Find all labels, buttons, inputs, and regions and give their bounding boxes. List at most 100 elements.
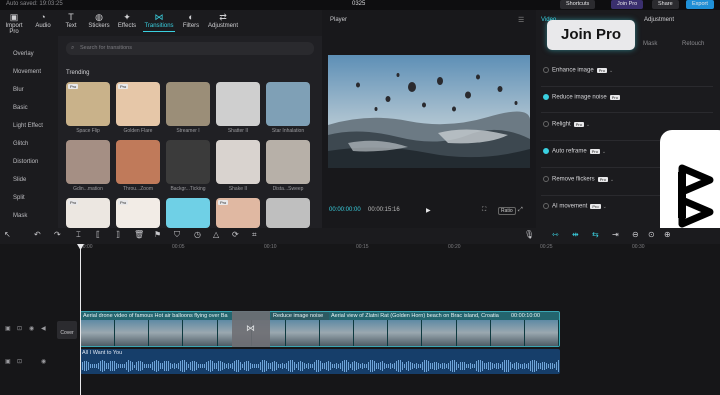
speed-icon[interactable]: ◷ [194, 230, 201, 239]
tab-adjustment-inspector[interactable]: Adjustment [644, 17, 674, 23]
select-cursor-icon[interactable]: ↖ [4, 230, 11, 239]
fullscreen-crop-icon[interactable]: ⛶ [482, 207, 486, 214]
transition-block[interactable]: ⋈ [232, 311, 270, 347]
microphone-icon[interactable]: 🎙 [524, 230, 534, 239]
join-pro-button[interactable]: Join Pro [611, 0, 644, 9]
shield-icon[interactable]: ⛉ [174, 230, 180, 240]
category-glitch[interactable]: Glitch [6, 136, 56, 152]
expand-icon[interactable]: ⤢ [518, 207, 523, 214]
split-left-icon[interactable]: ⟦ [96, 230, 100, 239]
subtab-retouch[interactable]: Retouch [682, 41, 704, 47]
join-pro-overlay-badge[interactable]: Join Pro [547, 20, 635, 50]
category-distortion[interactable]: Distortion [6, 154, 56, 170]
checkbox[interactable] [543, 67, 549, 73]
magnet-icon[interactable]: ⇹ [572, 230, 579, 239]
transition-thumb[interactable] [66, 140, 110, 184]
transition-thumb[interactable]: Pro [116, 198, 160, 228]
option-remove-flickers[interactable]: Remove flickers Pro ⌄ [543, 176, 614, 183]
tab-adjustment[interactable]: ⇄ Adjustment [206, 12, 240, 29]
option-ai-movement[interactable]: AI movement Pro ⌄ [543, 203, 607, 210]
category-mask[interactable]: Mask [6, 208, 56, 224]
cover-button[interactable]: Cover [57, 321, 77, 339]
delete-icon[interactable]: 🗑 [134, 230, 144, 239]
split-icon[interactable]: ⌶ [76, 230, 81, 240]
option-label: Remove flickers [552, 176, 595, 183]
preview-axis-icon[interactable]: ⇥ [612, 230, 619, 239]
transition-thumb[interactable]: Pro [116, 82, 160, 126]
lock-icon[interactable]: ▣ [5, 325, 11, 332]
chevron-down-icon: ⌄ [608, 67, 614, 74]
zoom-slider[interactable]: ⊙ [648, 230, 655, 239]
transition-thumb[interactable] [166, 82, 210, 126]
share-button[interactable]: Share [652, 0, 679, 9]
import-icon: ▣ [9, 12, 19, 22]
option-auto-reframe[interactable]: Auto reframe Pro ⌄ [543, 148, 606, 155]
transition-thumb[interactable] [266, 140, 310, 184]
rotate-icon[interactable]: ⟳ [232, 230, 239, 239]
transition-thumb[interactable] [216, 82, 260, 126]
undo-icon[interactable]: ↶ [34, 230, 41, 239]
option-enhance-image[interactable]: Enhance image Pro ⌄ [543, 67, 613, 74]
tab-import[interactable]: ▣ Import Pro [3, 12, 25, 35]
category-slide[interactable]: Slide [6, 172, 56, 188]
zoom-in-icon[interactable]: ⊕ [664, 230, 671, 239]
mirror-icon[interactable]: △ [213, 230, 219, 239]
eye-icon[interactable]: ◉ [29, 325, 34, 332]
redo-icon[interactable]: ↷ [54, 230, 61, 239]
pro-badge: Pro [68, 200, 79, 205]
ratio-button[interactable]: Ratio [498, 207, 516, 215]
audio-track[interactable]: All I Want to You [80, 349, 560, 374]
category-split[interactable]: Split [6, 190, 56, 206]
menu-icon[interactable]: ☰ [518, 16, 524, 24]
checkbox[interactable] [543, 176, 549, 182]
category-overlay[interactable]: Overlay [6, 46, 56, 62]
transition-thumb[interactable]: Pro [66, 198, 110, 228]
tab-effects[interactable]: ✦ Effects [116, 12, 138, 29]
tab-audio[interactable]: ◔ Audio [32, 12, 54, 29]
transition-thumb[interactable]: Pro [216, 198, 260, 228]
checkbox[interactable] [543, 121, 549, 127]
tab-transitions[interactable]: ⋈ Transitions [143, 12, 175, 32]
transition-thumb[interactable] [266, 198, 310, 228]
checkbox[interactable] [543, 94, 549, 100]
transition-thumb[interactable] [216, 140, 260, 184]
audio-lock-icon[interactable]: ▣ [5, 358, 11, 365]
search-placeholder: Search for transitions [80, 45, 132, 51]
video-track[interactable]: Aerial drone video of famous Hot air bal… [80, 311, 560, 347]
option-reduce-image-noise[interactable]: Reduce image noise Pro [543, 94, 620, 101]
play-button[interactable]: ▶ [426, 207, 431, 214]
shortcuts-button[interactable]: Shortcuts [560, 0, 596, 9]
transition-thumb[interactable] [166, 198, 210, 228]
category-blur[interactable]: Blur [6, 82, 56, 98]
category-movement[interactable]: Movement [6, 64, 56, 80]
subtab-mask[interactable]: Mask [643, 41, 657, 47]
marker-icon[interactable]: ⚑ [154, 230, 161, 239]
checkbox[interactable] [543, 148, 549, 154]
transition-thumb[interactable] [166, 140, 210, 184]
tab-stickers[interactable]: ◍ Stickers [86, 12, 112, 29]
category-light-effect[interactable]: Light Effect [6, 118, 56, 134]
transition-thumb[interactable] [116, 140, 160, 184]
lock-track-icon[interactable]: ⊡ [17, 325, 22, 332]
tab-label: Adjustment [207, 23, 238, 29]
tab-text[interactable]: T Text [62, 12, 80, 29]
transition-thumb[interactable]: Pro [66, 82, 110, 126]
zoom-out-icon[interactable]: ⊖ [632, 230, 639, 239]
tab-filters[interactable]: ◐ Filters [180, 12, 202, 29]
transition-thumb-label: Shake II [228, 186, 248, 192]
speaker-icon[interactable]: ◀ [41, 325, 46, 332]
category-basic[interactable]: Basic [6, 100, 56, 116]
transition-thumb[interactable] [266, 82, 310, 126]
playhead[interactable] [80, 244, 81, 395]
search-input[interactable]: ⌕ Search for transitions [66, 42, 314, 55]
transition-thumb-label: Gdin...mation [73, 186, 103, 192]
audio-eye-icon[interactable]: ◉ [41, 358, 46, 365]
split-right-icon[interactable]: ⟧ [116, 230, 120, 239]
snap-icon[interactable]: ⇆ [592, 230, 599, 239]
option-relight[interactable]: Relight Pro ⌄ [543, 121, 590, 128]
checkbox[interactable] [543, 203, 549, 209]
crop-icon[interactable]: ⌗ [252, 230, 257, 240]
export-button[interactable]: Export [686, 0, 714, 9]
link-main-track-icon[interactable]: ⇿ [552, 230, 559, 239]
audio-track-icon[interactable]: ⊡ [17, 358, 22, 365]
